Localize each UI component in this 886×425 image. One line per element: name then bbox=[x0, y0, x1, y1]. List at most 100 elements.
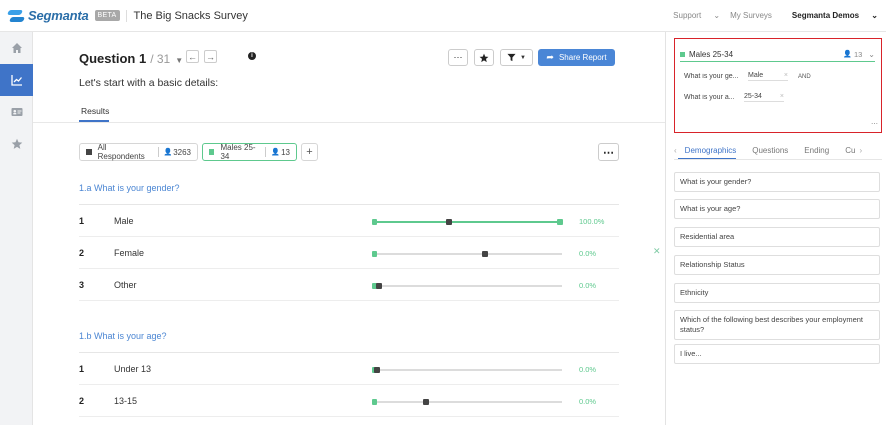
my-surveys-link[interactable]: My Surveys bbox=[730, 11, 772, 20]
condition-value[interactable]: 25-34 × bbox=[744, 93, 784, 102]
favorite-button[interactable] bbox=[474, 49, 494, 66]
answer-row[interactable]: 3 Other 0.0% bbox=[79, 269, 619, 301]
id-card-icon bbox=[11, 108, 22, 116]
answer-row[interactable]: 1 Under 13 0.0% bbox=[79, 353, 619, 385]
logo[interactable]: Segmanta BETA bbox=[6, 8, 120, 23]
answer-label: Female bbox=[114, 248, 145, 258]
chevron-right-icon[interactable]: › bbox=[859, 146, 862, 155]
plus-icon: + bbox=[306, 146, 313, 158]
title-divider bbox=[125, 9, 127, 22]
filter-header[interactable]: Males 25-34 👤 13 ⌄ bbox=[680, 47, 875, 61]
share-icon: ➦ bbox=[546, 52, 554, 62]
tab-results[interactable]: Results bbox=[81, 106, 109, 116]
person-icon: 👤 bbox=[843, 51, 852, 58]
all-respondents-marker bbox=[446, 219, 452, 225]
all-respondents-marker bbox=[374, 367, 380, 373]
account-menu[interactable]: Segmanta Demos ⌄ bbox=[782, 11, 878, 20]
segment-panel: Males 25-34 👤 13 ⌄ What is your ge... Ma… bbox=[665, 32, 886, 425]
answer-number: 1 bbox=[79, 216, 85, 226]
info-icon[interactable]: i bbox=[248, 52, 256, 60]
segment-count: 👤 3263 bbox=[163, 147, 191, 157]
segment-marker-end bbox=[557, 219, 563, 225]
person-icon: 👤 bbox=[163, 149, 173, 156]
share-report-label: Share Report bbox=[558, 53, 607, 62]
more-options-button[interactable]: ⋯ bbox=[448, 49, 468, 66]
segment-count: 👤 13 bbox=[271, 147, 290, 157]
segment-marker-start bbox=[372, 219, 377, 225]
sidebar-item-favorites[interactable] bbox=[0, 128, 33, 160]
condition-joiner: AND bbox=[798, 73, 811, 80]
filter-icon bbox=[507, 53, 516, 62]
filter-button[interactable]: ▼ bbox=[500, 49, 533, 66]
filter-condition[interactable]: What is your ge... Male × AND bbox=[684, 72, 811, 81]
share-report-button[interactable]: ➦ Share Report bbox=[538, 49, 615, 66]
segment-all-respondents[interactable]: All Respondents 👤 3263 bbox=[79, 143, 198, 161]
question-card[interactable]: Relationship Status bbox=[674, 255, 880, 275]
condition-question: What is your ge... bbox=[684, 73, 739, 80]
question-card[interactable]: Which of the following best describes yo… bbox=[674, 310, 880, 340]
answer-percent: 0.0% bbox=[579, 249, 597, 258]
ellipsis-icon: ⋯ bbox=[603, 146, 614, 159]
results-more-button[interactable]: ⋯ bbox=[598, 143, 619, 161]
answer-percent: 0.0% bbox=[579, 397, 597, 406]
chevron-left-icon[interactable]: ‹ bbox=[674, 146, 677, 155]
question-card[interactable]: What is your gender? bbox=[674, 172, 880, 192]
panel-tabs: ‹ Demographics Questions Ending Cu › bbox=[674, 142, 882, 158]
segment-color-swatch bbox=[86, 149, 92, 155]
filter-condition[interactable]: What is your a... 25-34 × bbox=[684, 93, 784, 102]
sidebar bbox=[0, 32, 33, 425]
answer-number: 3 bbox=[79, 280, 85, 290]
answer-number: 1 bbox=[79, 364, 85, 374]
segment-marker-start bbox=[372, 399, 377, 405]
sidebar-item-home[interactable] bbox=[0, 32, 33, 64]
person-icon: 👤 bbox=[271, 149, 281, 156]
question-card[interactable]: Residential area bbox=[674, 227, 880, 247]
chevron-down-icon[interactable]: ⌄ bbox=[868, 50, 875, 59]
condition-value[interactable]: Male × bbox=[748, 72, 788, 81]
all-respondents-marker bbox=[376, 283, 382, 289]
question-subtitle: Let's start with a basic details: bbox=[79, 77, 219, 89]
support-menu[interactable]: Support ⌄ bbox=[663, 11, 720, 20]
answer-row[interactable]: 1 Male 100.0% bbox=[79, 205, 619, 237]
caret-down-icon: ▼ bbox=[520, 54, 526, 61]
answer-number: 2 bbox=[79, 396, 85, 406]
answer-row[interactable]: 2 13-15 0.0% bbox=[79, 385, 619, 417]
question-total: / 31 bbox=[150, 52, 171, 66]
remove-icon[interactable]: × bbox=[780, 93, 784, 100]
all-respondents-marker bbox=[482, 251, 488, 257]
tab-questions[interactable]: Questions bbox=[752, 146, 788, 155]
tab-custom[interactable]: Cu bbox=[845, 146, 855, 155]
resize-handle-icon[interactable]: ⋯ bbox=[871, 120, 878, 128]
ellipsis-icon: ⋯ bbox=[453, 52, 463, 62]
answer-bar bbox=[372, 399, 562, 405]
prev-question-button[interactable]: ← bbox=[186, 50, 199, 63]
section-title: 1.b What is your age? bbox=[79, 331, 167, 341]
filter-divider bbox=[680, 61, 875, 62]
question-card[interactable]: Ethnicity bbox=[674, 283, 880, 303]
answer-number: 2 bbox=[79, 248, 85, 258]
top-nav: Support ⌄ My Surveys Segmanta Demos ⌄ bbox=[653, 11, 886, 20]
segment-filter-box: Males 25-34 👤 13 ⌄ What is your ge... Ma… bbox=[674, 38, 882, 133]
answer-bar bbox=[372, 251, 562, 257]
answer-row[interactable]: 2 Female 0.0% bbox=[79, 237, 619, 269]
close-icon[interactable]: ✕ bbox=[653, 246, 661, 257]
question-card[interactable]: I live... bbox=[674, 344, 880, 364]
arrow-right-icon: → bbox=[206, 51, 215, 62]
next-question-button[interactable]: → bbox=[204, 50, 217, 63]
section-title: 1.a What is your gender? bbox=[79, 183, 180, 193]
add-segment-button[interactable]: + bbox=[301, 143, 318, 161]
home-icon bbox=[11, 43, 22, 53]
remove-icon[interactable]: × bbox=[784, 72, 788, 79]
sidebar-item-reports[interactable] bbox=[0, 64, 33, 96]
segment-males-25-34[interactable]: Males 25-34 👤 13 bbox=[202, 143, 297, 161]
question-selector[interactable]: Question 1 / 31 ▼ bbox=[79, 51, 183, 66]
condition-question: What is your a... bbox=[684, 94, 735, 101]
answer-bar bbox=[372, 219, 563, 225]
tab-demographics[interactable]: Demographics bbox=[685, 146, 737, 155]
question-card[interactable]: What is your age? bbox=[674, 199, 880, 219]
filter-count: 👤 13 ⌄ bbox=[843, 49, 875, 59]
sidebar-item-contacts[interactable] bbox=[0, 96, 33, 128]
answer-bar bbox=[372, 367, 562, 373]
segment-marker-start bbox=[372, 251, 377, 257]
tab-ending[interactable]: Ending bbox=[804, 146, 829, 155]
